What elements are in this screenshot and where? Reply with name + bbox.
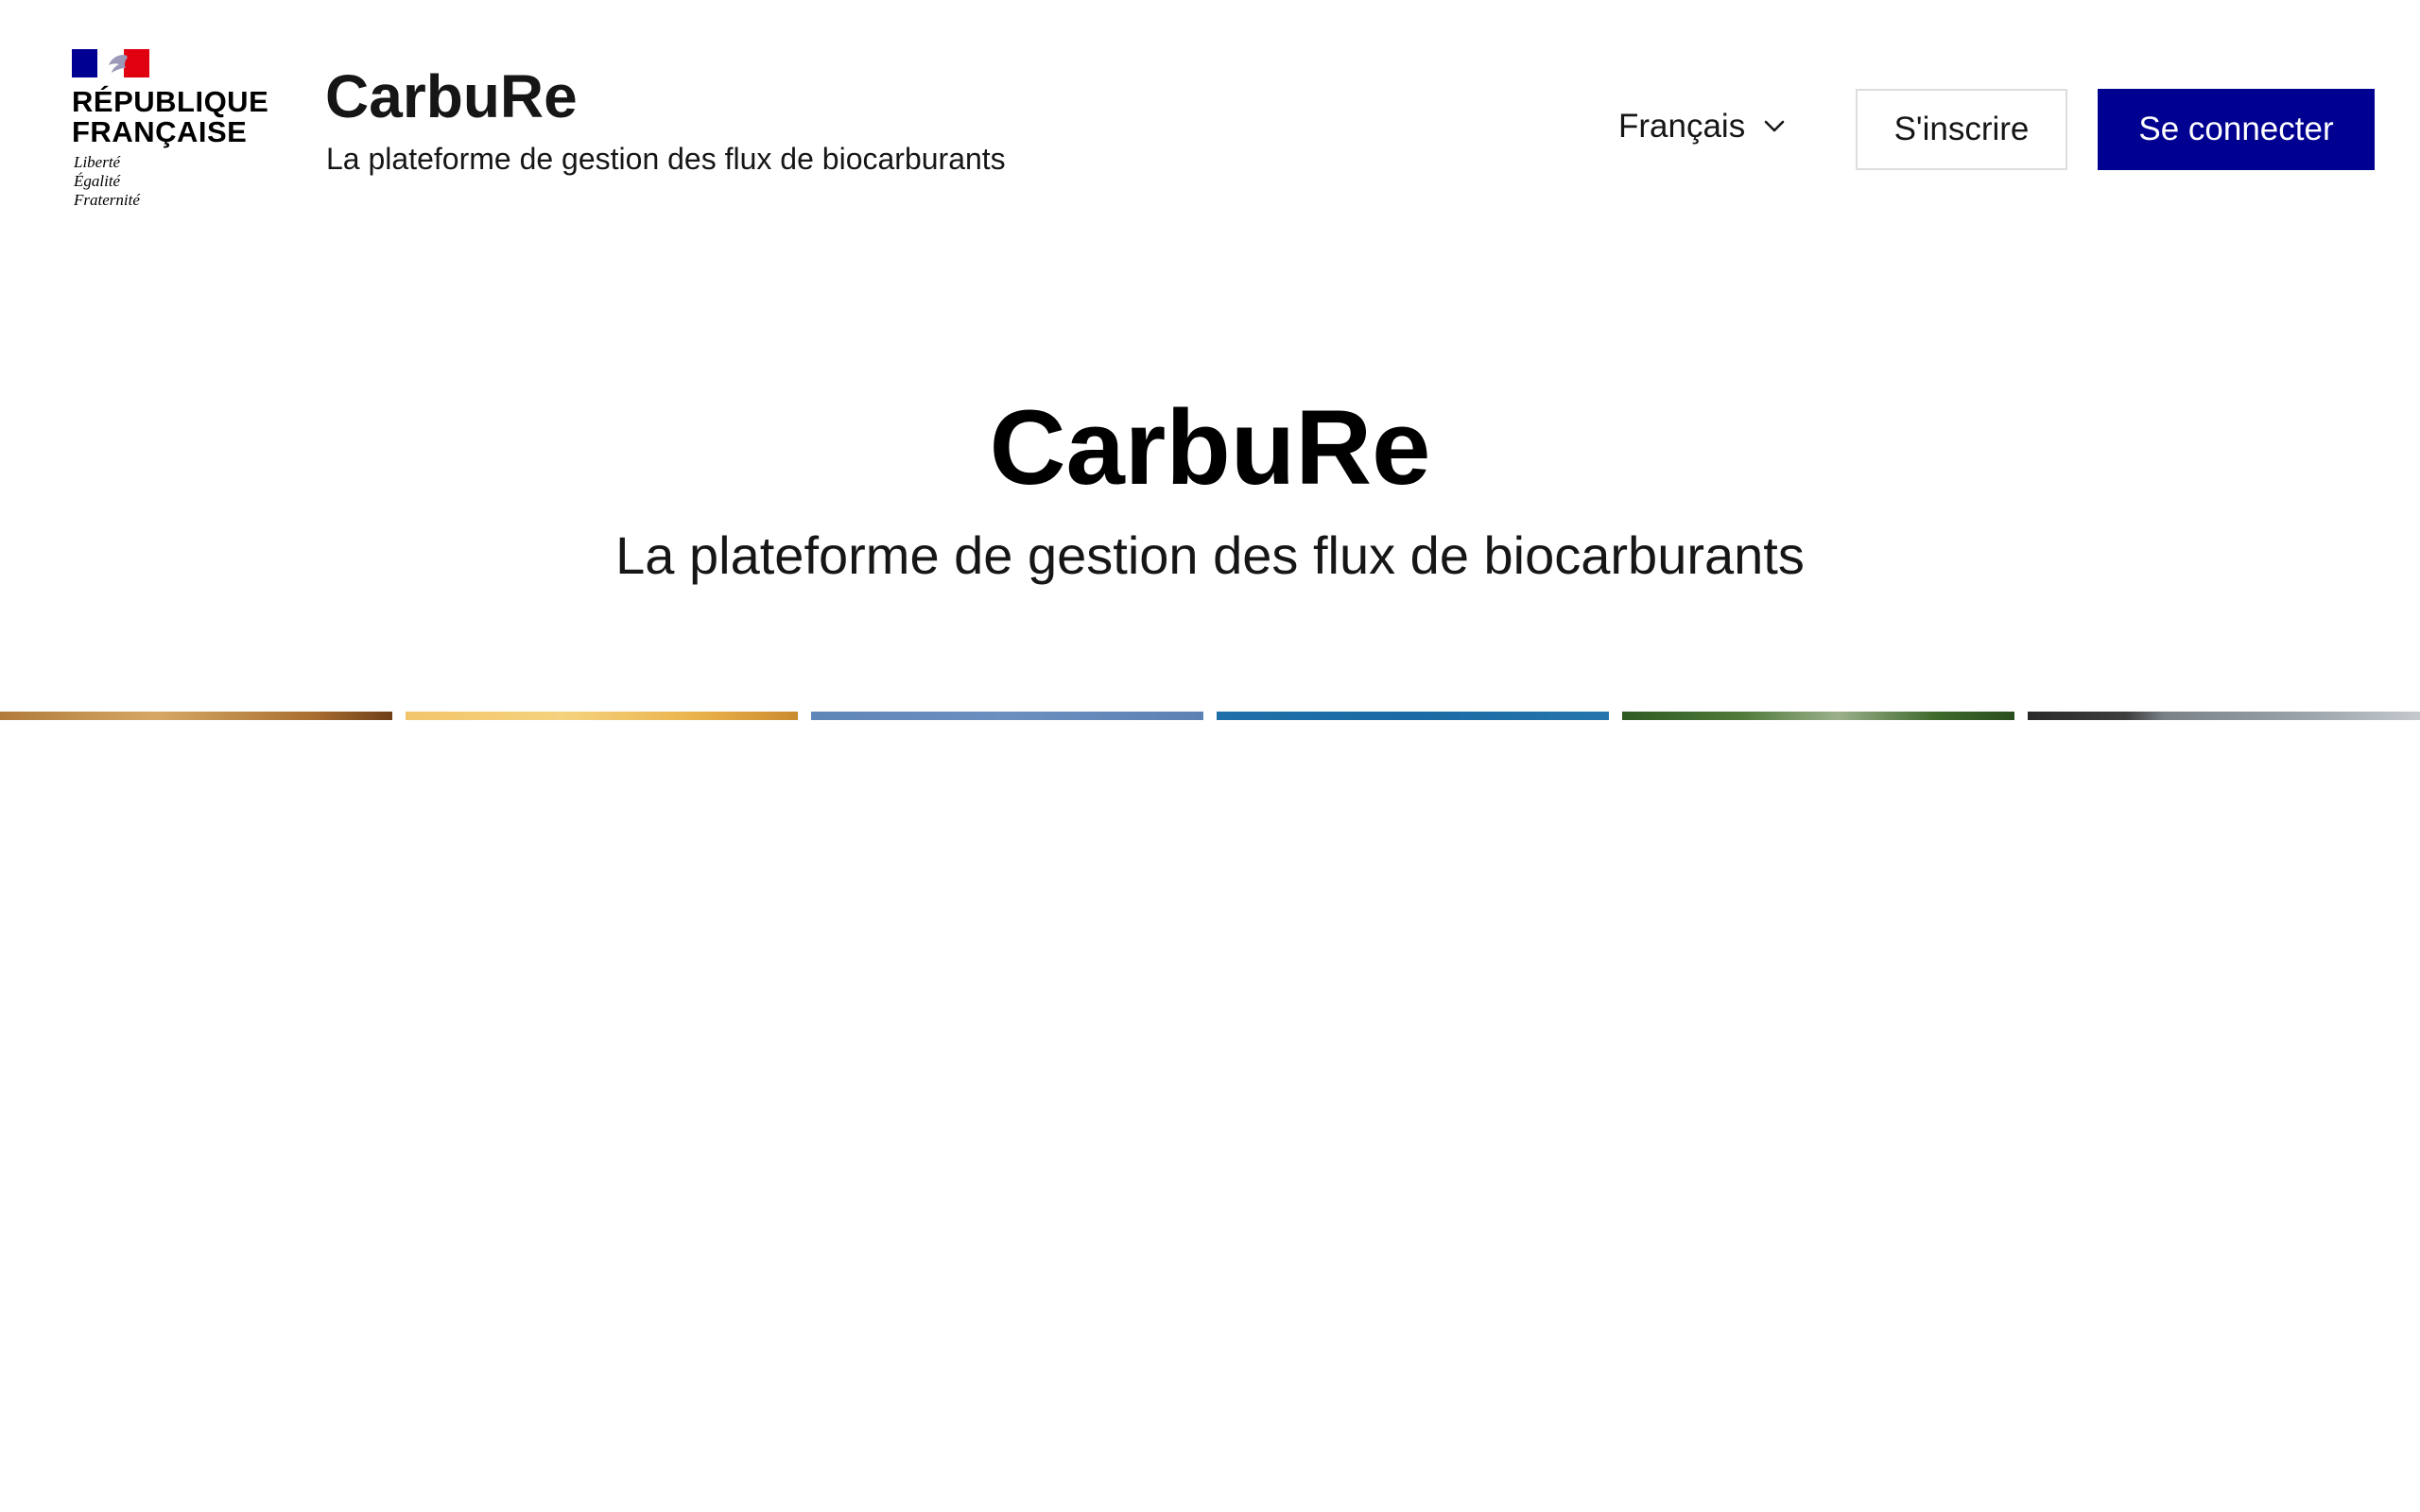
register-button[interactable]: S'inscrire <box>1856 89 2067 170</box>
republique-francaise-logo[interactable]: RÉPUBLIQUE FRANÇAISE Liberté Égalité Fra… <box>72 49 268 215</box>
water-image <box>1217 712 1609 720</box>
francaise-label: FRANÇAISE <box>72 115 248 148</box>
service-tagline: La plateforme de gestion des flux de bio… <box>326 142 1006 176</box>
login-button[interactable]: Se connecter <box>2098 89 2375 170</box>
motto-fraternite: Fraternité <box>74 191 140 209</box>
sky-image <box>811 712 1203 720</box>
marianne-profile-icon <box>109 55 129 73</box>
motto-liberte: Liberté <box>74 153 121 171</box>
wood-image <box>0 712 392 720</box>
french-flag-icon <box>72 49 149 77</box>
grain-image <box>406 712 798 720</box>
plants-image <box>1622 712 2014 720</box>
industry-image <box>2028 712 2420 720</box>
hero-title: CarbuRe <box>989 388 1431 507</box>
language-selected-label: Français <box>1618 108 1746 145</box>
motto-egalite: Égalité <box>74 172 121 190</box>
chevron-down-icon <box>1764 120 1785 132</box>
language-selector[interactable]: Français <box>1618 102 1787 151</box>
republique-label: RÉPUBLIQUE <box>72 85 269 118</box>
image-strip <box>0 712 2420 720</box>
hero-tagline: La plateforme de gestion des flux de bio… <box>615 525 1805 585</box>
site-header: RÉPUBLIQUE FRANÇAISE Liberté Égalité Fra… <box>0 0 2420 227</box>
service-title[interactable]: CarbuRe <box>325 66 578 127</box>
